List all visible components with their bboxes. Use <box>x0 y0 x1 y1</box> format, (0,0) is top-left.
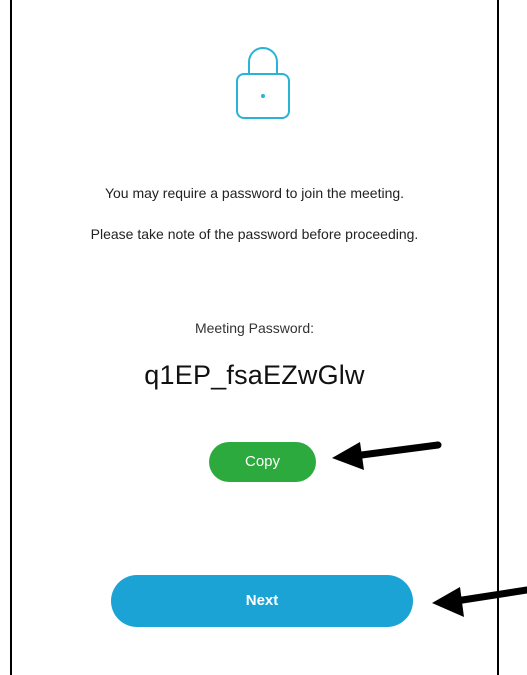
password-dialog: You may require a password to join the m… <box>10 0 499 675</box>
password-notice-line-2: Please take note of the password before … <box>90 226 419 242</box>
meeting-password-label: Meeting Password: <box>194 320 315 336</box>
next-button[interactable]: Next <box>111 575 413 627</box>
arrow-left-icon <box>430 577 527 623</box>
meeting-password-value: q1EP_fsaEZwGlw <box>144 360 365 390</box>
arrow-left-icon <box>330 432 442 472</box>
copy-button[interactable]: Copy <box>209 442 316 482</box>
lock-icon <box>235 44 291 120</box>
password-notice-line-1: You may require a password to join the m… <box>104 185 405 201</box>
